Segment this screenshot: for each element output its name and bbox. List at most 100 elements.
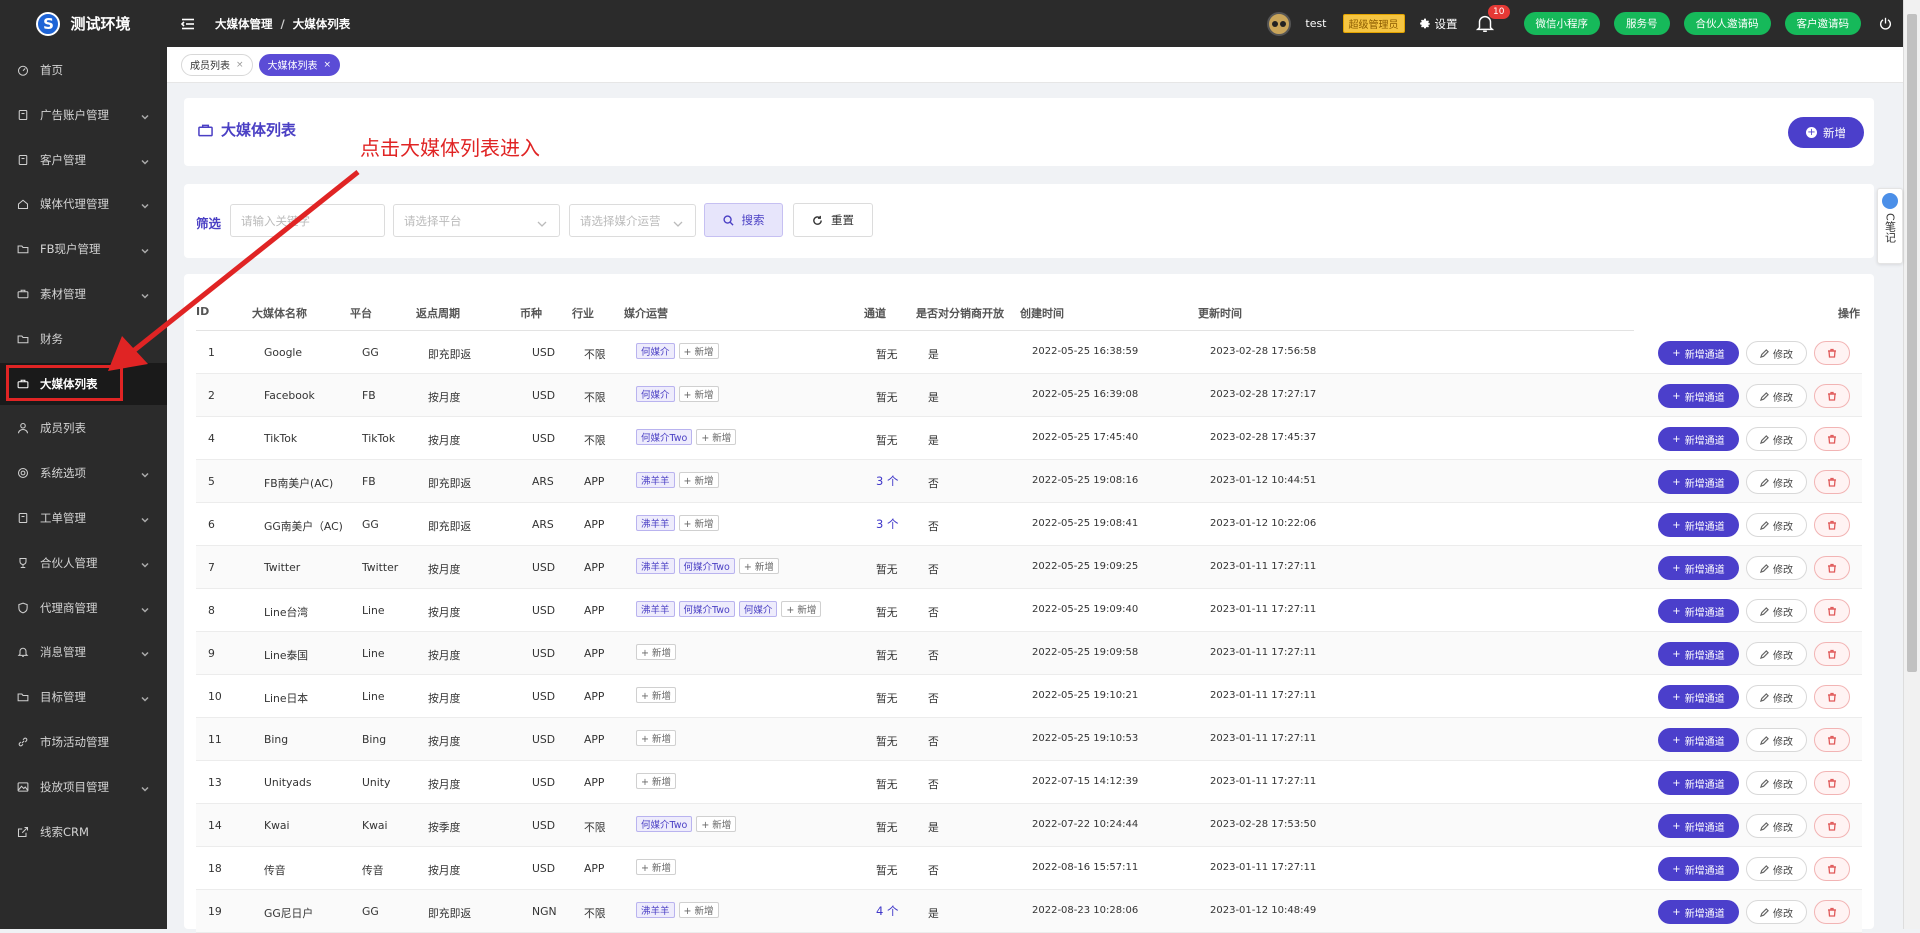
operator-chip[interactable]: 何媒介Two: [678, 601, 735, 617]
service-account-button[interactable]: 服务号: [1614, 12, 1670, 35]
edit-button[interactable]: 修改: [1746, 900, 1807, 924]
sidebar-item-8[interactable]: 成员列表: [0, 407, 167, 449]
app-logo[interactable]: S 测试环境: [0, 0, 167, 47]
breadcrumb-item[interactable]: 大媒体管理: [215, 17, 273, 31]
add-channel-button[interactable]: + 新增通道: [1658, 470, 1739, 494]
delete-button[interactable]: [1814, 470, 1850, 494]
edit-button[interactable]: 修改: [1746, 513, 1807, 537]
edit-button[interactable]: 修改: [1746, 857, 1807, 881]
delete-button[interactable]: [1814, 556, 1850, 580]
operator-chip[interactable]: 何媒介: [636, 343, 675, 359]
sidebar-item-14[interactable]: 目标管理: [0, 676, 167, 718]
delete-button[interactable]: [1814, 900, 1850, 924]
add-channel-button[interactable]: + 新增通道: [1658, 728, 1739, 752]
sidebar-item-3[interactable]: 媒体代理管理: [0, 183, 167, 225]
sidebar-item-1[interactable]: 广告账户管理: [0, 94, 167, 136]
avatar[interactable]: [1267, 11, 1292, 36]
settings-button[interactable]: 设置: [1419, 16, 1458, 32]
add-operator-chip[interactable]: + 新增: [636, 773, 676, 789]
operator-chip[interactable]: 沸羊羊: [636, 558, 675, 574]
tab-media-list[interactable]: 大媒体列表 ×: [258, 53, 341, 76]
delete-button[interactable]: [1814, 728, 1850, 752]
sidebar-item-13[interactable]: 消息管理: [0, 631, 167, 673]
sidebar-item-0[interactable]: 首页: [0, 49, 167, 91]
add-operator-chip[interactable]: + 新增: [781, 601, 822, 617]
menu-toggle-icon[interactable]: [180, 18, 195, 30]
operator-chip[interactable]: 沸羊羊: [636, 902, 675, 918]
sidebar-item-12[interactable]: 代理商管理: [0, 587, 167, 629]
add-channel-button[interactable]: + 新增通道: [1658, 341, 1739, 365]
cell-channel[interactable]: 4 个: [876, 903, 898, 919]
sidebar-item-4[interactable]: FB现户管理: [0, 228, 167, 270]
add-operator-chip[interactable]: + 新增: [678, 515, 719, 531]
search-button[interactable]: 搜索: [704, 203, 783, 237]
add-operator-chip[interactable]: + 新增: [678, 386, 719, 402]
delete-button[interactable]: [1814, 513, 1850, 537]
sidebar-item-11[interactable]: 合伙人管理: [0, 542, 167, 584]
add-operator-chip[interactable]: + 新增: [696, 816, 737, 832]
add-operator-chip[interactable]: + 新增: [678, 472, 719, 488]
add-channel-button[interactable]: + 新增通道: [1658, 900, 1739, 924]
add-channel-button[interactable]: + 新增通道: [1658, 857, 1739, 881]
customer-invite-button[interactable]: 客户邀请码: [1784, 12, 1861, 35]
cell-channel[interactable]: 3 个: [876, 516, 898, 532]
sidebar-item-17[interactable]: 线索CRM: [0, 811, 167, 853]
sidebar-item-15[interactable]: 市场活动管理: [0, 721, 167, 763]
add-channel-button[interactable]: + 新增通道: [1658, 685, 1739, 709]
edit-button[interactable]: 修改: [1746, 470, 1807, 494]
add-operator-chip[interactable]: + 新增: [696, 429, 737, 445]
edit-button[interactable]: 修改: [1746, 384, 1807, 408]
edit-button[interactable]: 修改: [1746, 642, 1807, 666]
floating-notes-widget[interactable]: C笔记: [1877, 188, 1903, 264]
edit-button[interactable]: 修改: [1746, 599, 1807, 623]
logout-icon[interactable]: [1879, 17, 1893, 31]
add-operator-chip[interactable]: + 新增: [678, 343, 719, 359]
operator-chip[interactable]: 何媒介Two: [636, 429, 693, 445]
edit-button[interactable]: 修改: [1746, 685, 1807, 709]
add-operator-chip[interactable]: + 新增: [636, 730, 676, 746]
delete-button[interactable]: [1814, 685, 1850, 709]
delete-button[interactable]: [1814, 642, 1850, 666]
sidebar-item-5[interactable]: 素材管理: [0, 273, 167, 315]
add-channel-button[interactable]: + 新增通道: [1658, 556, 1739, 580]
partner-invite-button[interactable]: 合伙人邀请码: [1683, 12, 1771, 35]
sidebar-item-2[interactable]: 客户管理: [0, 139, 167, 181]
notification-button[interactable]: 10: [1474, 4, 1510, 36]
keyword-input[interactable]: 请输入关键字: [230, 204, 385, 237]
edit-button[interactable]: 修改: [1746, 728, 1807, 752]
add-operator-chip[interactable]: + 新增: [636, 859, 676, 875]
operator-select[interactable]: 请选择媒介运营: [569, 204, 696, 237]
delete-button[interactable]: [1814, 341, 1850, 365]
edit-button[interactable]: 修改: [1746, 427, 1807, 451]
operator-chip[interactable]: 何媒介: [636, 386, 675, 402]
add-channel-button[interactable]: + 新增通道: [1658, 384, 1739, 408]
scrollbar-thumb[interactable]: [1907, 14, 1917, 672]
delete-button[interactable]: [1814, 771, 1850, 795]
close-icon[interactable]: ×: [324, 60, 332, 70]
add-channel-button[interactable]: + 新增通道: [1658, 427, 1739, 451]
operator-chip[interactable]: 沸羊羊: [636, 515, 675, 531]
close-icon[interactable]: ×: [236, 60, 244, 70]
sidebar-item-6[interactable]: 财务: [0, 318, 167, 360]
add-channel-button[interactable]: + 新增通道: [1658, 814, 1739, 838]
page-scrollbar[interactable]: [1903, 0, 1920, 929]
operator-chip[interactable]: 沸羊羊: [636, 601, 675, 617]
sidebar-item-10[interactable]: 工单管理: [0, 497, 167, 539]
tab-member-list[interactable]: 成员列表 ×: [181, 53, 253, 76]
add-channel-button[interactable]: + 新增通道: [1658, 513, 1739, 537]
cell-channel[interactable]: 3 个: [876, 473, 898, 489]
delete-button[interactable]: [1814, 857, 1850, 881]
edit-button[interactable]: 修改: [1746, 814, 1807, 838]
add-operator-chip[interactable]: + 新增: [636, 644, 676, 660]
operator-chip[interactable]: 何媒介Two: [636, 816, 693, 832]
delete-button[interactable]: [1814, 814, 1850, 838]
wechat-miniprogram-button[interactable]: 微信小程序: [1523, 12, 1600, 35]
reset-button[interactable]: 重置: [793, 203, 873, 237]
add-media-button[interactable]: + 新增: [1788, 117, 1864, 148]
edit-button[interactable]: 修改: [1746, 556, 1807, 580]
sidebar-item-9[interactable]: 系统选项: [0, 452, 167, 494]
delete-button[interactable]: [1814, 427, 1850, 451]
delete-button[interactable]: [1814, 599, 1850, 623]
platform-select[interactable]: 请选择平台: [393, 204, 560, 237]
add-operator-chip[interactable]: + 新增: [738, 558, 779, 574]
